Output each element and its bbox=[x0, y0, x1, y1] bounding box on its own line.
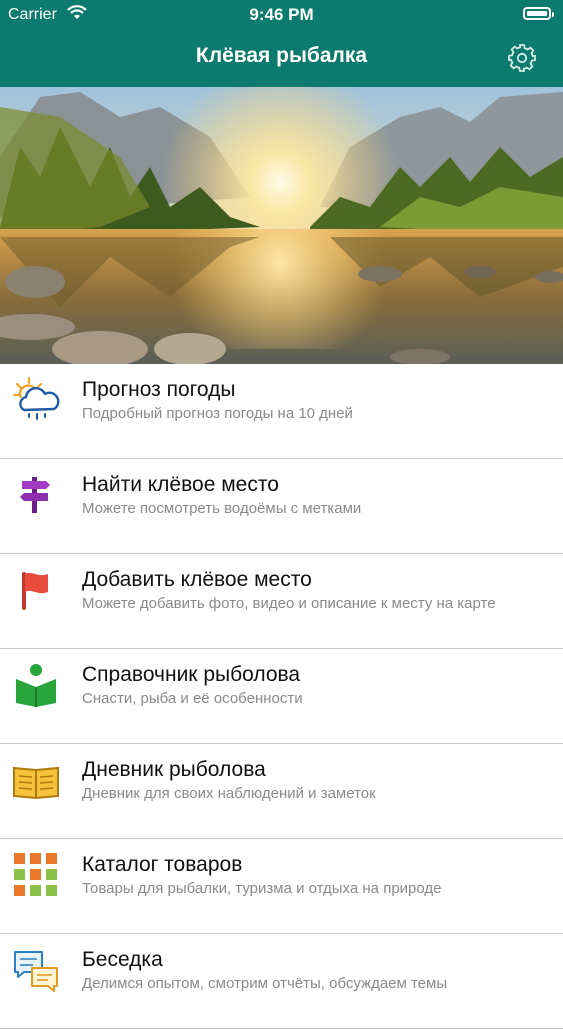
menu-item-find-spot[interactable]: Найти клёвое место Можете посмотреть вод… bbox=[0, 459, 563, 554]
menu-item-title: Прогноз погоды bbox=[82, 378, 236, 401]
menu-item-subtitle: Снасти, рыба и её особенности bbox=[82, 690, 303, 707]
menu-item-catalog[interactable]: Каталог товаров Товары для рыбалки, тури… bbox=[0, 839, 563, 934]
menu-item-angler-diary[interactable]: Дневник рыболова Дневник для своих наблю… bbox=[0, 744, 563, 839]
reader-book-icon bbox=[16, 664, 56, 707]
menu-item-title: Каталог товаров bbox=[82, 853, 243, 876]
menu-item-subtitle: Подробный прогноз погоды на 10 дней bbox=[82, 405, 353, 422]
app-title: Клёвая рыбалка bbox=[195, 44, 368, 67]
main-menu: Прогноз погоды Подробный прогноз погоды … bbox=[0, 364, 563, 1029]
flag-icon bbox=[22, 572, 48, 610]
hero-landscape-image bbox=[0, 87, 563, 364]
menu-item-title: Найти клёвое место bbox=[82, 473, 279, 496]
menu-item-add-spot[interactable]: Добавить клёвое место Можете добавить фо… bbox=[0, 554, 563, 649]
menu-item-subtitle: Можете посмотреть водоёмы с метками bbox=[82, 500, 362, 517]
weather-icon bbox=[13, 377, 60, 420]
chat-bubbles-icon bbox=[14, 951, 58, 992]
menu-item-subtitle: Можете добавить фото, видео и описание к… bbox=[82, 595, 496, 612]
status-bar: Carrier 9:46 PM bbox=[0, 0, 563, 30]
menu-item-title: Справочник рыболова bbox=[82, 663, 301, 686]
menu-item-subtitle: Дневник для своих наблюдений и заметок bbox=[82, 785, 376, 802]
menu-item-angler-guide[interactable]: Справочник рыболова Снасти, рыба и её ос… bbox=[0, 649, 563, 744]
status-time: 9:46 PM bbox=[249, 5, 314, 24]
gear-icon[interactable] bbox=[507, 43, 537, 73]
signpost-icon bbox=[20, 477, 50, 513]
open-book-icon bbox=[13, 766, 59, 800]
menu-item-subtitle: Делимся опытом, смотрим отчёты, обсуждае… bbox=[82, 975, 448, 992]
menu-item-weather-forecast[interactable]: Прогноз погоды Подробный прогноз погоды … bbox=[0, 364, 563, 459]
menu-item-title: Добавить клёвое место bbox=[82, 568, 312, 591]
menu-item-title: Беседка bbox=[82, 948, 163, 971]
menu-item-gazebo-chat[interactable]: Беседка Делимся опытом, смотрим отчёты, … bbox=[0, 934, 563, 1029]
menu-item-title: Дневник рыболова bbox=[82, 758, 266, 781]
menu-item-subtitle: Товары для рыбалки, туризма и отдыха на … bbox=[82, 880, 442, 897]
catalog-grid-icon bbox=[14, 853, 57, 896]
battery-icon bbox=[523, 7, 554, 20]
navigation-bar: Клёвая рыбалка bbox=[0, 30, 563, 87]
